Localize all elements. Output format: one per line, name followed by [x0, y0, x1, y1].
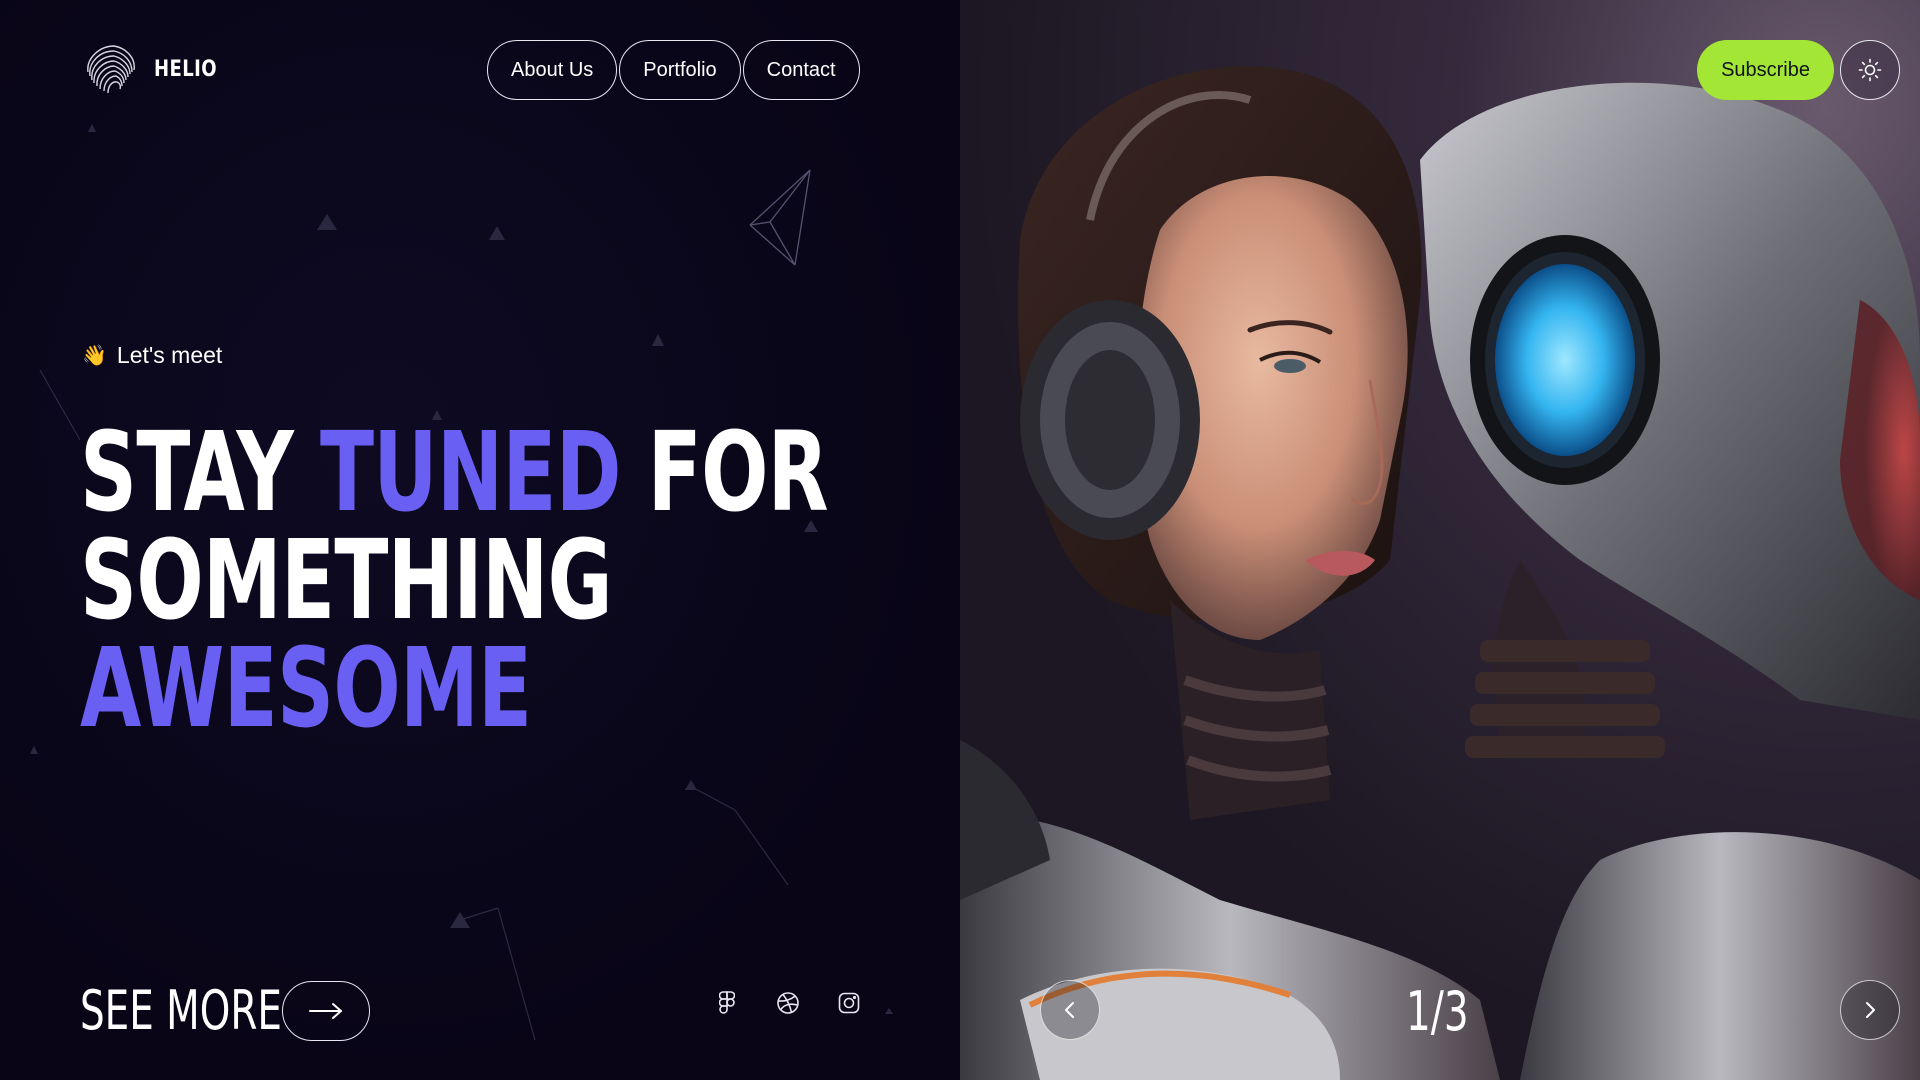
brand-name: HELIO — [154, 56, 218, 82]
instagram-link[interactable] — [836, 990, 861, 1015]
main-nav: About Us Portfolio Contact — [487, 40, 860, 100]
headline-line-2: SOMETHING — [80, 516, 613, 644]
left-panel: HELIO About Us Portfolio Contact 👋 Let's… — [0, 0, 960, 1080]
slider-next-button[interactable] — [1840, 980, 1900, 1040]
eyebrow: 👋 Let's meet — [82, 342, 222, 369]
see-more-button[interactable] — [282, 980, 370, 1041]
arrow-right-icon — [309, 1002, 342, 1019]
instagram-icon — [838, 992, 859, 1013]
hero-image-woman-and-robot — [960, 66, 1920, 1080]
nav-portfolio[interactable]: Portfolio — [619, 40, 741, 100]
nav-contact[interactable]: Contact — [742, 40, 860, 100]
headline-line-1: STAY TUNED FOR — [80, 417, 829, 527]
brand-logo[interactable]: HELIO — [80, 38, 231, 100]
sun-icon — [1858, 58, 1882, 82]
theme-toggle-button[interactable] — [1840, 40, 1900, 100]
see-more-cta: SEE MORE — [80, 979, 370, 1042]
subscribe-button[interactable]: Subscribe — [1697, 40, 1834, 100]
dribbble-icon — [776, 991, 799, 1014]
nav-about-us[interactable]: About Us — [487, 40, 618, 100]
eyebrow-text: Let's meet — [116, 342, 223, 368]
headline-line-3-accent: AWESOME — [80, 624, 532, 752]
chevron-right-icon — [1866, 1002, 1875, 1018]
dribbble-link[interactable] — [775, 990, 800, 1015]
slider-prev-button[interactable] — [1040, 980, 1100, 1040]
hero-image-panel: Subscribe 1/3 — [960, 0, 1920, 1080]
headline-for: FOR — [620, 408, 829, 536]
helio-logo-icon — [87, 45, 135, 94]
figma-icon — [718, 990, 735, 1014]
social-links — [714, 990, 861, 1015]
hero-headline: STAY TUNED FOR SOMETHING AWESOME — [80, 417, 829, 752]
see-more-label[interactable]: SEE MORE — [80, 979, 282, 1042]
figma-link[interactable] — [714, 990, 739, 1015]
slide-counter: 1/3 — [1406, 980, 1469, 1043]
waving-hand-icon: 👋 — [82, 345, 107, 367]
chevron-left-icon — [1065, 1002, 1074, 1018]
